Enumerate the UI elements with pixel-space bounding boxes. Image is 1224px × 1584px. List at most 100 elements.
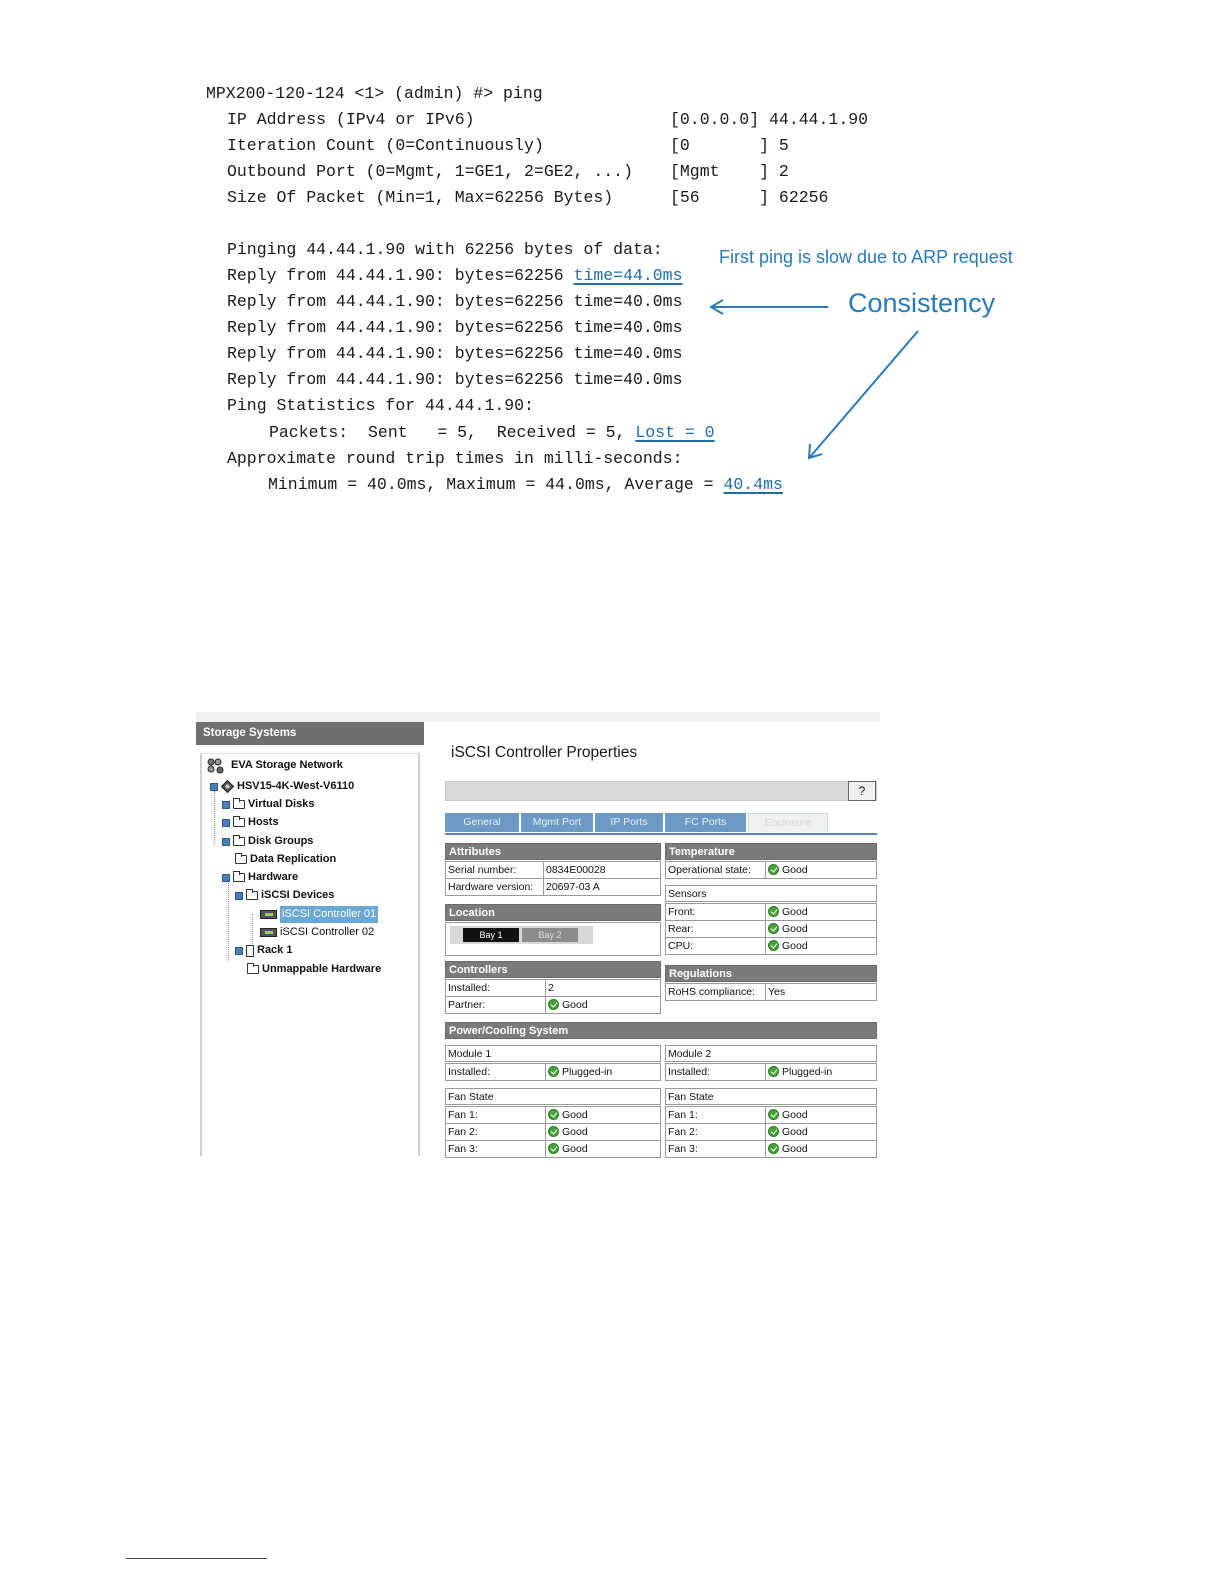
sensor-value: Good: [765, 937, 877, 955]
expand-toggle[interactable]: [235, 946, 243, 955]
window-top-strip: [196, 712, 880, 722]
attributes-header: Attributes: [445, 843, 661, 860]
tree-item-label: iSCSI Devices: [261, 889, 335, 901]
status-ok-icon: [768, 1066, 779, 1077]
controller-icon: [260, 910, 277, 919]
tree-item-iscsi-controller-02[interactable]: iSCSI Controller 02: [260, 924, 374, 941]
table-row: Fan 2: Good: [665, 1123, 877, 1141]
sensor-label: Front:: [665, 903, 766, 921]
tab-ip-ports[interactable]: IP Ports: [595, 813, 664, 832]
collapse-toggle[interactable]: [222, 873, 230, 882]
tree-item-virtual-disks[interactable]: Virtual Disks: [222, 796, 314, 813]
fan-label: Fan 1:: [445, 1106, 546, 1124]
sensor-value: Good: [765, 903, 877, 921]
sensors-table: Front: Good Rear: Good CPU: Good: [665, 903, 877, 955]
temp-value: Good: [765, 861, 877, 879]
tree-item-label: EVA Storage Network: [231, 759, 343, 771]
ctrl-label: Installed:: [445, 979, 546, 997]
fan-value: Good: [545, 1123, 661, 1141]
expand-toggle[interactable]: [222, 818, 230, 827]
tree-item-label: Disk Groups: [248, 835, 314, 847]
tree-item-hsv15[interactable]: HSV15-4K-West-V6110: [210, 778, 354, 795]
table-row: Fan 3: Good: [665, 1140, 877, 1158]
table-row: Rear: Good: [665, 920, 877, 938]
status-ok-icon: [768, 923, 779, 934]
folder-icon: [247, 963, 259, 974]
ctrl-value: Good: [545, 996, 661, 1014]
expand-toggle[interactable]: [222, 837, 230, 846]
bay-1-button[interactable]: Bay 1: [463, 928, 519, 942]
tree-item-disk-groups[interactable]: Disk Groups: [222, 833, 313, 850]
attr-label: Hardware version:: [445, 878, 544, 896]
table-row: CPU: Good: [665, 937, 877, 955]
fan-label: Fan 2:: [445, 1123, 546, 1141]
tab-mgmt-port[interactable]: Mgmt Port: [521, 813, 594, 832]
tree-item-rack-1[interactable]: Rack 1: [235, 942, 292, 959]
navigation-tree: EVA Storage Network HSV15-4K-West-V6110 …: [200, 753, 420, 1156]
collapse-toggle[interactable]: [235, 891, 243, 900]
module-1-table: Installed: Plugged-in: [445, 1063, 661, 1081]
status-text: Plugged-in: [782, 1066, 833, 1078]
status-text: Good: [562, 1126, 588, 1138]
fan-value: Good: [545, 1106, 661, 1124]
tree-item-hosts[interactable]: Hosts: [222, 814, 279, 831]
status-ok-icon: [768, 906, 779, 917]
attr-value: 20697-03 A: [543, 878, 661, 896]
status-text: Good: [782, 906, 808, 918]
tree-item-label: Hosts: [248, 816, 279, 828]
status-ok-icon: [768, 1109, 779, 1120]
panel-title: iSCSI Controller Properties: [451, 744, 638, 761]
tree-item-iscsi-devices[interactable]: iSCSI Devices: [235, 887, 334, 904]
tab-enclosure[interactable]: Enclosure: [748, 813, 828, 832]
storage-systems-sidebar: Storage Systems EVA Storage Network HSV1…: [196, 722, 424, 1156]
footnote-rule: [126, 1558, 267, 1559]
controllers-header: Controllers: [445, 961, 661, 978]
fan-label: Fan 1:: [665, 1106, 766, 1124]
status-text: Good: [782, 864, 808, 876]
folder-open-icon: [246, 889, 258, 900]
status-ok-icon: [548, 1143, 559, 1154]
module-value: Plugged-in: [545, 1063, 661, 1081]
folder-icon: [233, 835, 245, 846]
status-ok-icon: [548, 999, 559, 1010]
ctrl-value: 2: [545, 979, 661, 997]
fan-value: Good: [765, 1140, 877, 1158]
tab-fc-ports[interactable]: FC Ports: [665, 813, 747, 832]
tab-general[interactable]: General: [445, 813, 520, 832]
regulations-table: RoHS compliance: Yes: [665, 983, 877, 1001]
bay-2-button[interactable]: Bay 2: [522, 928, 578, 942]
tree-item-unmappable-hardware[interactable]: Unmappable Hardware: [247, 961, 381, 978]
tree-item-iscsi-controller-01[interactable]: iSCSI Controller 01: [260, 906, 379, 923]
fan-state-subheader: Fan State: [665, 1088, 877, 1105]
fan-label: Fan 3:: [445, 1140, 546, 1158]
tree-item-hardware[interactable]: Hardware: [222, 869, 298, 886]
help-button[interactable]: ?: [848, 781, 876, 801]
status-text: Good: [782, 940, 808, 952]
tree-item-label: Unmappable Hardware: [262, 963, 382, 975]
table-row: Installed: 2: [445, 979, 661, 997]
expand-toggle[interactable]: [222, 800, 230, 809]
location-bay-box: Bay 1 Bay 2: [445, 922, 661, 956]
storage-system-icon: [221, 780, 234, 793]
table-row: Operational state: Good: [665, 861, 877, 879]
table-row: Fan 1: Good: [445, 1106, 661, 1124]
fan-value: Good: [765, 1106, 877, 1124]
table-row: Hardware version: 20697-03 A: [445, 878, 661, 896]
status-ok-icon: [548, 1066, 559, 1077]
table-row: Partner: Good: [445, 996, 661, 1014]
tree-item-eva-network[interactable]: EVA Storage Network: [206, 757, 343, 774]
fan-state-subheader: Fan State: [445, 1088, 661, 1105]
controller-icon: [260, 928, 277, 937]
attr-label: Serial number:: [445, 861, 544, 879]
status-ok-icon: [768, 864, 779, 875]
reg-value: Yes: [765, 983, 877, 1001]
collapse-toggle[interactable]: [210, 782, 218, 791]
tree-item-label-selected: iSCSI Controller 01: [280, 906, 379, 923]
tree-item-data-replication[interactable]: Data Replication: [235, 851, 336, 868]
status-text: Good: [562, 1143, 588, 1155]
attr-value: 0834E00028: [543, 861, 661, 879]
consistency-arrow-down: [809, 330, 919, 458]
annotation-arrows: [709, 299, 919, 460]
table-row: Fan 2: Good: [445, 1123, 661, 1141]
status-ok-icon: [768, 1126, 779, 1137]
